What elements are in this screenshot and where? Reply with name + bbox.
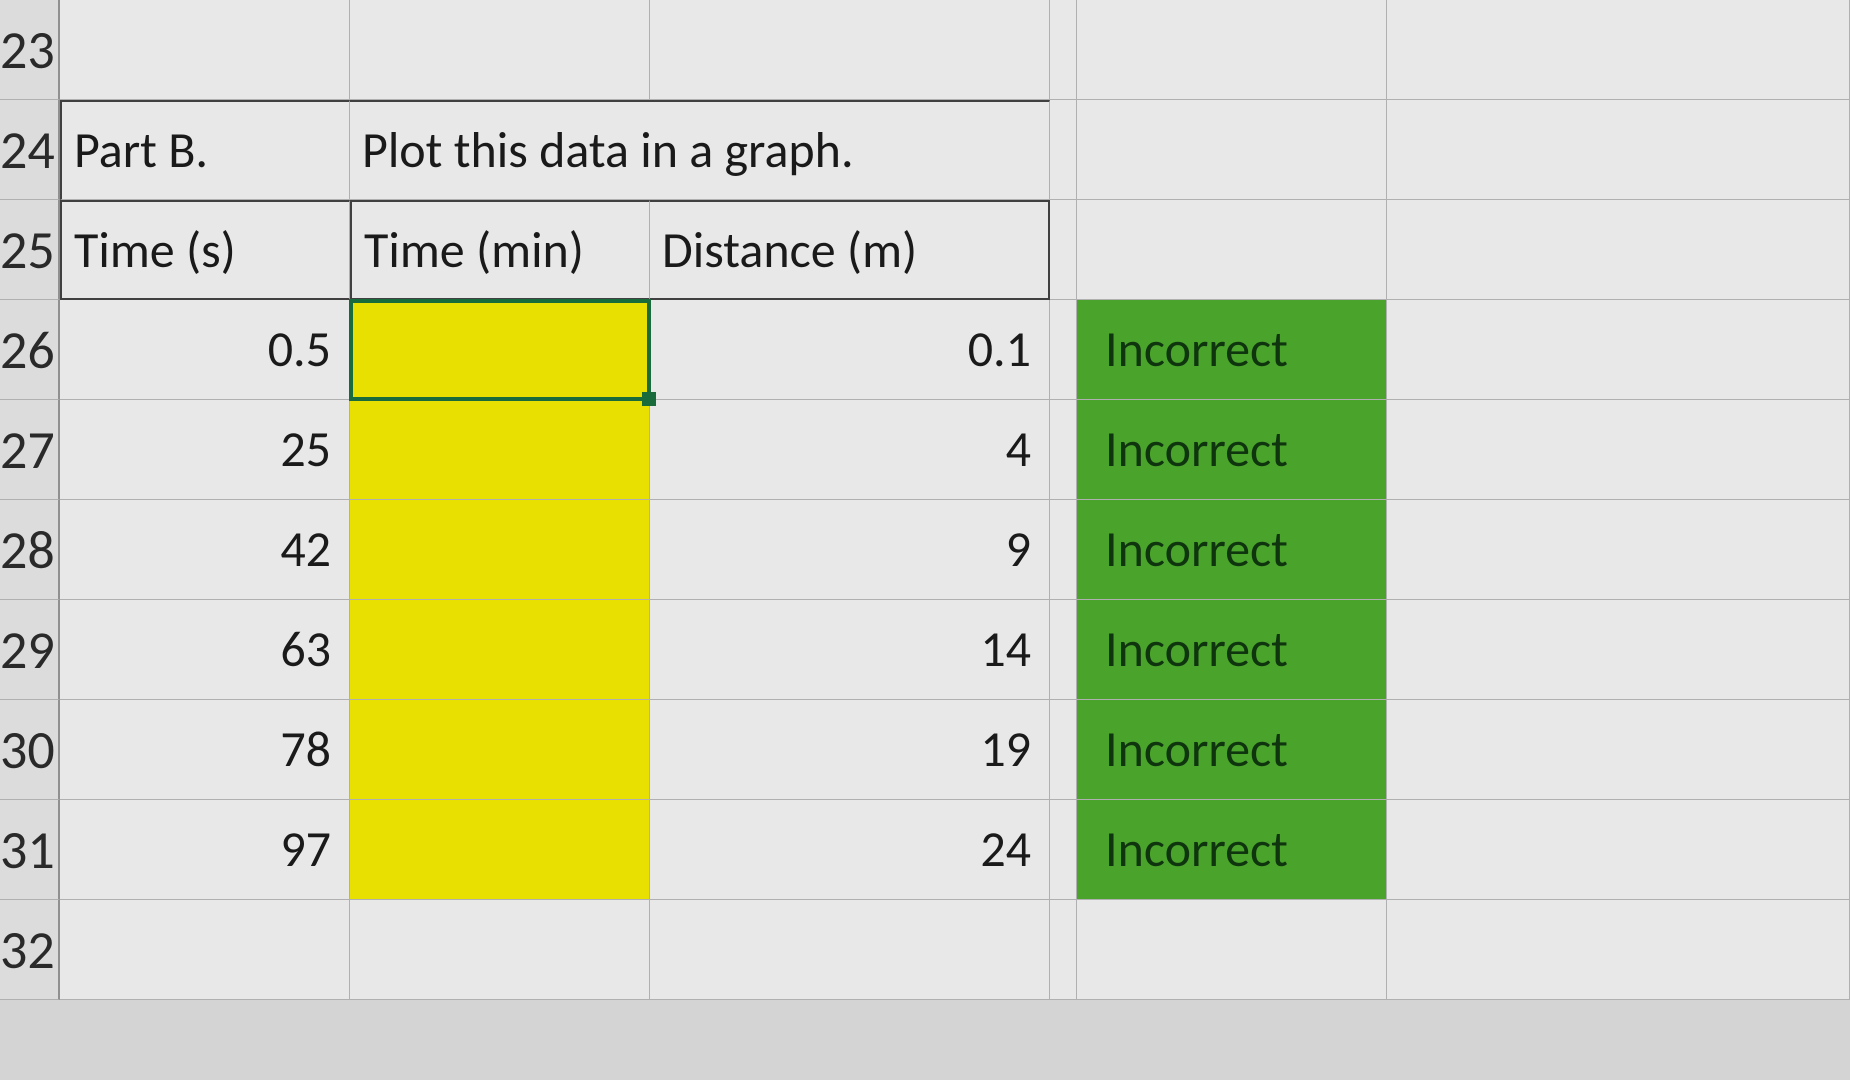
time-min-cell[interactable]	[350, 500, 650, 600]
row-header-23[interactable]: 23	[0, 0, 60, 100]
cell[interactable]	[1050, 0, 1077, 100]
status-cell[interactable]: Incorrect	[1077, 800, 1387, 900]
cell[interactable]	[1050, 900, 1077, 1000]
cell[interactable]	[350, 900, 650, 1000]
time-s-cell[interactable]: 97	[60, 800, 350, 900]
part-b-label[interactable]: Part B.	[60, 100, 350, 200]
time-s-cell[interactable]: 63	[60, 600, 350, 700]
cell[interactable]	[1387, 800, 1850, 900]
distance-cell[interactable]: 19	[650, 700, 1050, 800]
cell[interactable]	[1050, 300, 1077, 400]
distance-cell[interactable]: 24	[650, 800, 1050, 900]
cell[interactable]	[1077, 900, 1387, 1000]
distance-cell[interactable]: 4	[650, 400, 1050, 500]
cell[interactable]	[1387, 600, 1850, 700]
cell[interactable]	[60, 900, 350, 1000]
cell[interactable]	[60, 0, 350, 100]
cell[interactable]	[1077, 0, 1387, 100]
row-header-26[interactable]: 26	[0, 300, 60, 400]
cell[interactable]	[350, 0, 650, 100]
row-header-27[interactable]: 27	[0, 400, 60, 500]
time-s-cell[interactable]: 78	[60, 700, 350, 800]
cell[interactable]	[1387, 100, 1850, 200]
cell[interactable]	[1050, 100, 1077, 200]
row-header-32[interactable]: 32	[0, 900, 60, 1000]
cell[interactable]	[1050, 500, 1077, 600]
distance-cell[interactable]: 14	[650, 600, 1050, 700]
row-header-24[interactable]: 24	[0, 100, 60, 200]
cell[interactable]	[1387, 200, 1850, 300]
distance-cell[interactable]: 0.1	[650, 300, 1050, 400]
cell[interactable]	[1077, 200, 1387, 300]
cell[interactable]	[1050, 400, 1077, 500]
col-header-time-min[interactable]: Time (min)	[350, 200, 650, 300]
row-header-30[interactable]: 30	[0, 700, 60, 800]
time-s-cell[interactable]: 42	[60, 500, 350, 600]
spreadsheet-grid[interactable]: 23 24 Part B. Plot this data in a graph.…	[0, 0, 1850, 1000]
cell[interactable]	[1387, 400, 1850, 500]
col-header-time-s[interactable]: Time (s)	[60, 200, 350, 300]
row-header-25[interactable]: 25	[0, 200, 60, 300]
distance-cell[interactable]: 9	[650, 500, 1050, 600]
cell[interactable]	[1387, 500, 1850, 600]
time-min-cell[interactable]	[350, 800, 650, 900]
status-cell[interactable]: Incorrect	[1077, 500, 1387, 600]
fill-handle[interactable]	[642, 392, 656, 406]
row-header-28[interactable]: 28	[0, 500, 60, 600]
status-cell[interactable]: Incorrect	[1077, 400, 1387, 500]
time-min-cell[interactable]	[350, 600, 650, 700]
cell[interactable]	[650, 900, 1050, 1000]
cell[interactable]	[1387, 300, 1850, 400]
row-header-31[interactable]: 31	[0, 800, 60, 900]
cell[interactable]	[1387, 700, 1850, 800]
col-header-distance[interactable]: Distance (m)	[650, 200, 1050, 300]
cell[interactable]	[1050, 600, 1077, 700]
time-s-cell[interactable]: 25	[60, 400, 350, 500]
time-s-cell[interactable]: 0.5	[60, 300, 350, 400]
time-min-cell[interactable]	[350, 700, 650, 800]
status-cell[interactable]: Incorrect	[1077, 700, 1387, 800]
cell[interactable]	[1387, 0, 1850, 100]
cell[interactable]	[1050, 200, 1077, 300]
status-cell[interactable]: Incorrect	[1077, 300, 1387, 400]
cell[interactable]	[650, 0, 1050, 100]
time-min-cell[interactable]	[350, 400, 650, 500]
status-cell[interactable]: Incorrect	[1077, 600, 1387, 700]
instruction-text[interactable]: Plot this data in a graph.	[350, 100, 1050, 200]
time-min-cell-selected[interactable]	[350, 300, 650, 400]
cell[interactable]	[1387, 900, 1850, 1000]
cell[interactable]	[1077, 100, 1387, 200]
row-header-29[interactable]: 29	[0, 600, 60, 700]
cell[interactable]	[1050, 800, 1077, 900]
cell[interactable]	[1050, 700, 1077, 800]
